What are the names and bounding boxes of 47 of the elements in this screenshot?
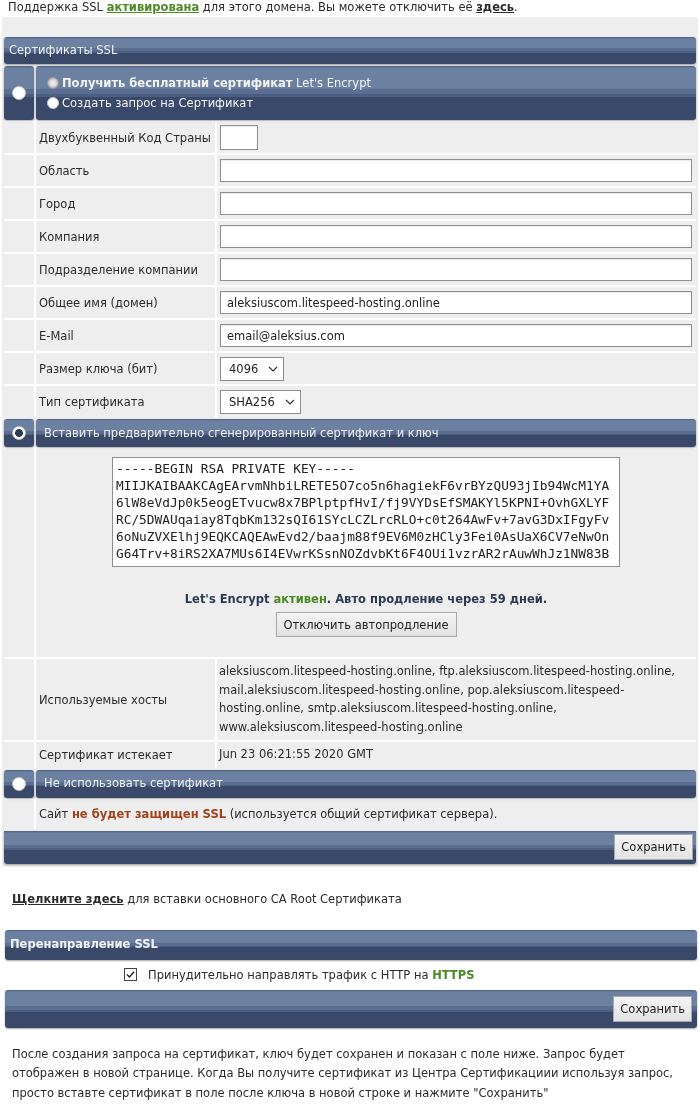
radio-button[interactable] (47, 97, 59, 109)
field-label: Сертификат истекает (39, 747, 173, 762)
caret-icon (268, 365, 279, 372)
field-value: aleksiuscom.litespeed-hosting.online, ftp.aleksiuscom.litespeed-hosting.online, mail.aleksiuscom.litespeed-hosting.online, pop.aleksiuscom.litespeed-hosting.online, smtp.aleksiuscom.litespeed-hosting.online, www.aleksiuscom.litespeed-hosting.online (219, 663, 676, 736)
text-field[interactable] (220, 258, 692, 281)
dropdown[interactable]: SHA256 (220, 389, 301, 414)
field-label: Двухбуквенный Код Страны (39, 130, 211, 145)
field-label: Общее имя (домен) (39, 295, 158, 310)
radio-button[interactable] (12, 86, 26, 100)
field-label: Подразделение компании (39, 262, 198, 277)
dropdown[interactable]: 4096 (220, 356, 285, 381)
text-field[interactable] (220, 225, 692, 248)
key-textarea[interactable]: -----BEGIN RSA PRIVATE KEY----- MIIJKAIBAAKCAgEArvmNhbiLRETE5O7co5n6hagiekF6vrBYzQU93jIb94WcM1YA 6lW8eVdJp0k5eogETvucw8x7BPlptpfHvI/fj9VYDsEfSMAKYl5KPNI+OvhGXLYF RC/5DWAUqaiay8TqbKm132sQI61SYcLCZLrcRLO+c0t264AwFv+7avG3DxIFgyFv 6oNuZVXElhj9EQKCAQEAwEvd2/baajm88f9EV6M0zHCly3Fei0AsUaX6CV7eNwOn G64Trv+8iRS2XA7MUs6I4EVwrKSsnNOZdvbKt6F4OUi1vzrAR2rAuwWhJz1NW83B (112, 457, 620, 567)
disable-renewal-button[interactable]: Отключить автопродление (275, 612, 457, 637)
panel-title: Перенаправление SSL (10, 937, 158, 952)
ssl-status-notice: Поддержка SSL активирована для этого домена. Вы можете отключить её здесь. (7, 0, 519, 15)
radio-button[interactable] (12, 426, 26, 440)
choice-label: Создать запрос на Сертификат (62, 95, 254, 111)
field-label: Область (39, 163, 90, 178)
option-title: Не использовать сертификат (44, 776, 223, 791)
text-field[interactable] (220, 192, 692, 215)
radio-button[interactable] (12, 776, 26, 791)
help-text: После создания запроса на сертификат, ключ будет сохранен и показан с поле ниже. Запрос будет отображен в новой странице. Когда Вы получите сертификат из Центра Сертификациии используя запрос, просто вставте сертификат в поле после ключа в новой строке и нажмите "Сохранить" (11, 1045, 674, 1102)
checkbox-label: Принудительно направлять трафик с HTTP на HTTPS (148, 967, 475, 982)
option-title: Вставить предварительно сгенерированный сертификат и ключ (44, 425, 439, 441)
field-label: Тип сертификата (39, 394, 145, 409)
text-field[interactable] (220, 159, 692, 182)
panel-title: Сертификаты SSL (9, 43, 118, 58)
caret-icon (284, 398, 295, 405)
field-label: E-Mail (39, 328, 74, 343)
text-field[interactable]: aleksiuscom.litespeed-hosting.online (220, 291, 692, 314)
save-button[interactable]: Сохранить (614, 834, 693, 860)
link[interactable]: Щелкните здесь (12, 891, 124, 906)
field-label: Используемые хосты (39, 692, 168, 707)
save-button[interactable]: Сохранить (613, 995, 692, 1022)
checkbox[interactable] (124, 968, 137, 981)
field-label: Компания (39, 229, 100, 244)
text-field[interactable] (220, 125, 258, 150)
field-value: Jun 23 06:21:55 2020 GMT (219, 746, 373, 763)
text-field[interactable]: email@aleksius.com (220, 324, 692, 347)
status-link[interactable]: активирована (106, 0, 200, 14)
root-ca-notice: Щелкните здесь для вставки основного CA Root Сертификата (11, 890, 403, 907)
warning-note: Сайт не будет защищен SSL (используется общий сертификат сервера). (39, 806, 498, 822)
field-label: Город (39, 196, 76, 211)
choice-label: Получить бесплатный сертификат Let's Encrypt (62, 75, 371, 91)
field-label: Размер ключа (бит) (39, 361, 158, 376)
renewal-status: Let's Encrypt активен. Авто продление через 59 дней. (184, 591, 548, 607)
